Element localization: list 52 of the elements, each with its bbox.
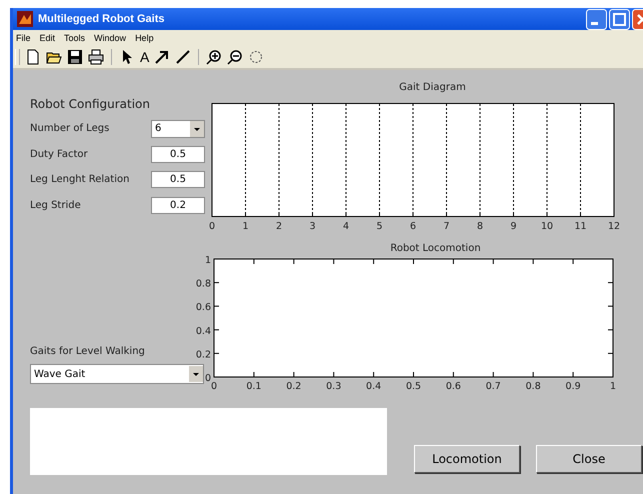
tick-label: 0.4	[366, 381, 382, 392]
gait-dropdown[interactable]: Wave Gait	[30, 364, 204, 384]
field-label: Number of Legs	[30, 123, 110, 134]
tick-label: 8	[476, 221, 484, 232]
field-label: Leg Lenght Relation	[30, 174, 130, 186]
tick-label: 11	[574, 221, 587, 232]
tick-label: 2	[276, 221, 282, 232]
tick-label: 0.5	[406, 381, 422, 392]
menu-item[interactable]: Help	[135, 32, 154, 42]
tick-label: 0.8	[196, 278, 211, 290]
tick-label: 0.1	[246, 381, 262, 392]
chart-title: Robot Locomotion	[389, 243, 482, 253]
tick-label: 0	[204, 373, 211, 384]
tick-label: 1	[204, 255, 211, 266]
section-title: Robot Configuration	[30, 97, 151, 111]
input-field[interactable]: 0.5	[151, 171, 205, 188]
field-label: Leg Stride	[30, 200, 81, 211]
dropdown[interactable]: 6	[151, 120, 205, 138]
action-button[interactable]: Close	[536, 445, 642, 473]
tick-label: 1	[610, 381, 616, 392]
menu-item[interactable]: File	[16, 32, 31, 42]
tick-label: 9	[510, 221, 517, 232]
tick-label: 0.2	[196, 349, 211, 360]
action-button[interactable]: Locomotion	[414, 445, 520, 473]
input-field[interactable]: 0.5	[151, 146, 205, 163]
tick-label: 0.6	[196, 302, 211, 314]
tick-label: 6	[410, 221, 416, 232]
tick-label: 12	[608, 221, 620, 232]
tick-label: 0.3	[326, 381, 342, 392]
tick-label: 0.8	[526, 381, 541, 392]
tick-label: 0.9	[566, 381, 581, 392]
tick-label: 0.6	[446, 381, 461, 392]
input-field[interactable]: 0.2	[151, 196, 205, 214]
field-label: Gaits for Level Walking	[30, 346, 145, 357]
field-label: Duty Factor	[30, 148, 88, 160]
tick-label: 7	[443, 221, 450, 232]
tick-label: 0.7	[486, 381, 501, 392]
window-title: Multilegged Robot Gaits	[38, 13, 166, 25]
text-tool-button[interactable]: A	[140, 48, 150, 64]
menu-item[interactable]: Window	[94, 32, 126, 42]
tick-label: 0.2	[286, 381, 302, 392]
tick-label: 0	[208, 221, 216, 232]
menu-item[interactable]: Edit	[40, 32, 56, 42]
chart-title: Gait Diagram	[398, 82, 467, 95]
tick-label: 3	[309, 221, 316, 232]
tick-label: 4	[342, 221, 350, 232]
tick-label: 10	[540, 221, 554, 232]
menu-item[interactable]: Tools	[64, 32, 86, 42]
tick-label: 0.4	[196, 326, 211, 337]
tick-label: 0	[210, 381, 218, 392]
tick-label: 5	[376, 221, 383, 232]
tick-label: 1	[242, 221, 249, 232]
